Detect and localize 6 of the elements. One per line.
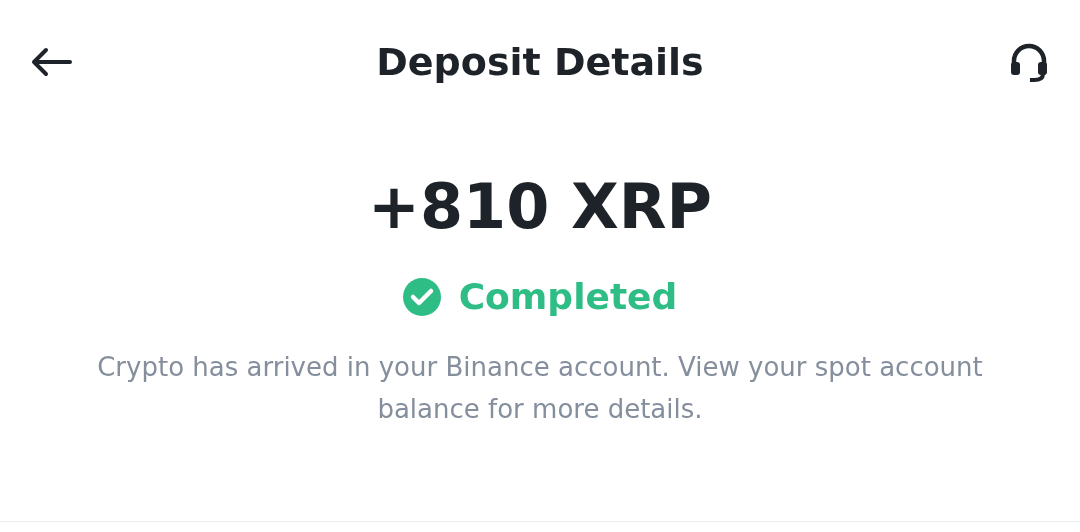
page-title: Deposit Details (376, 38, 704, 86)
headset-icon (1008, 41, 1050, 83)
status-message: Crypto has arrived in your Binance account. View your spot account balance for more details. (96, 351, 984, 426)
status-label: Completed (458, 275, 678, 319)
back-arrow-icon (30, 47, 72, 77)
deposit-amount: +810 XRP (368, 176, 712, 238)
